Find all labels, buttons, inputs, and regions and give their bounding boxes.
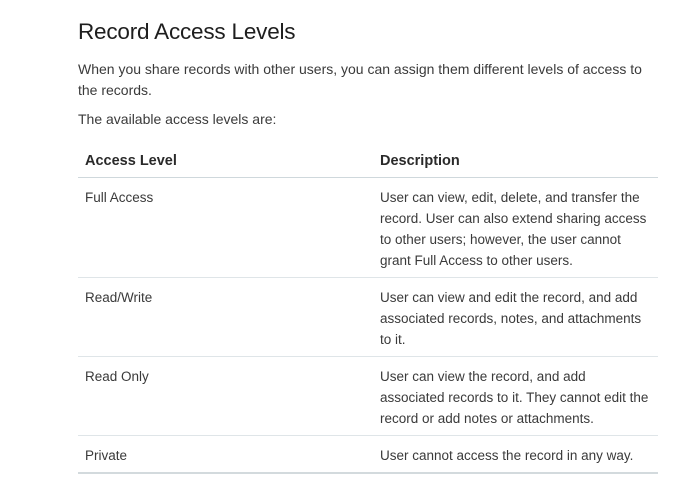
available-levels-text: The available access levels are: (78, 111, 277, 127)
table-header: Access Level Description (78, 142, 658, 178)
table-row: Read/Write User can view and edit the re… (78, 277, 658, 357)
access-level-cell: Read Only (78, 356, 373, 436)
description-cell: User can view, edit, delete, and transfe… (373, 177, 658, 278)
table-row: Read Only User can view the record, and … (78, 356, 658, 436)
table-row: Full Access User can view, edit, delete,… (78, 177, 658, 278)
page-title: Record Access Levels (78, 19, 296, 44)
access-levels-table: Access Level Description Full Access Use… (78, 142, 658, 474)
intro-paragraph: When you share records with other users,… (78, 61, 642, 98)
table-header-row: Access Level Description (78, 142, 658, 178)
description-cell: User can view the record, and add associ… (373, 356, 658, 436)
access-level-cell: Private (78, 435, 373, 474)
description-cell: User cannot access the record in any way… (373, 435, 658, 474)
description-cell: User can view and edit the record, and a… (373, 277, 658, 357)
table-body: Full Access User can view, edit, delete,… (78, 177, 658, 474)
table-row: Private User cannot access the record in… (78, 435, 658, 474)
access-level-cell: Read/Write (78, 277, 373, 357)
header-description: Description (373, 142, 658, 178)
header-access-level: Access Level (78, 142, 373, 178)
access-level-cell: Full Access (78, 177, 373, 278)
